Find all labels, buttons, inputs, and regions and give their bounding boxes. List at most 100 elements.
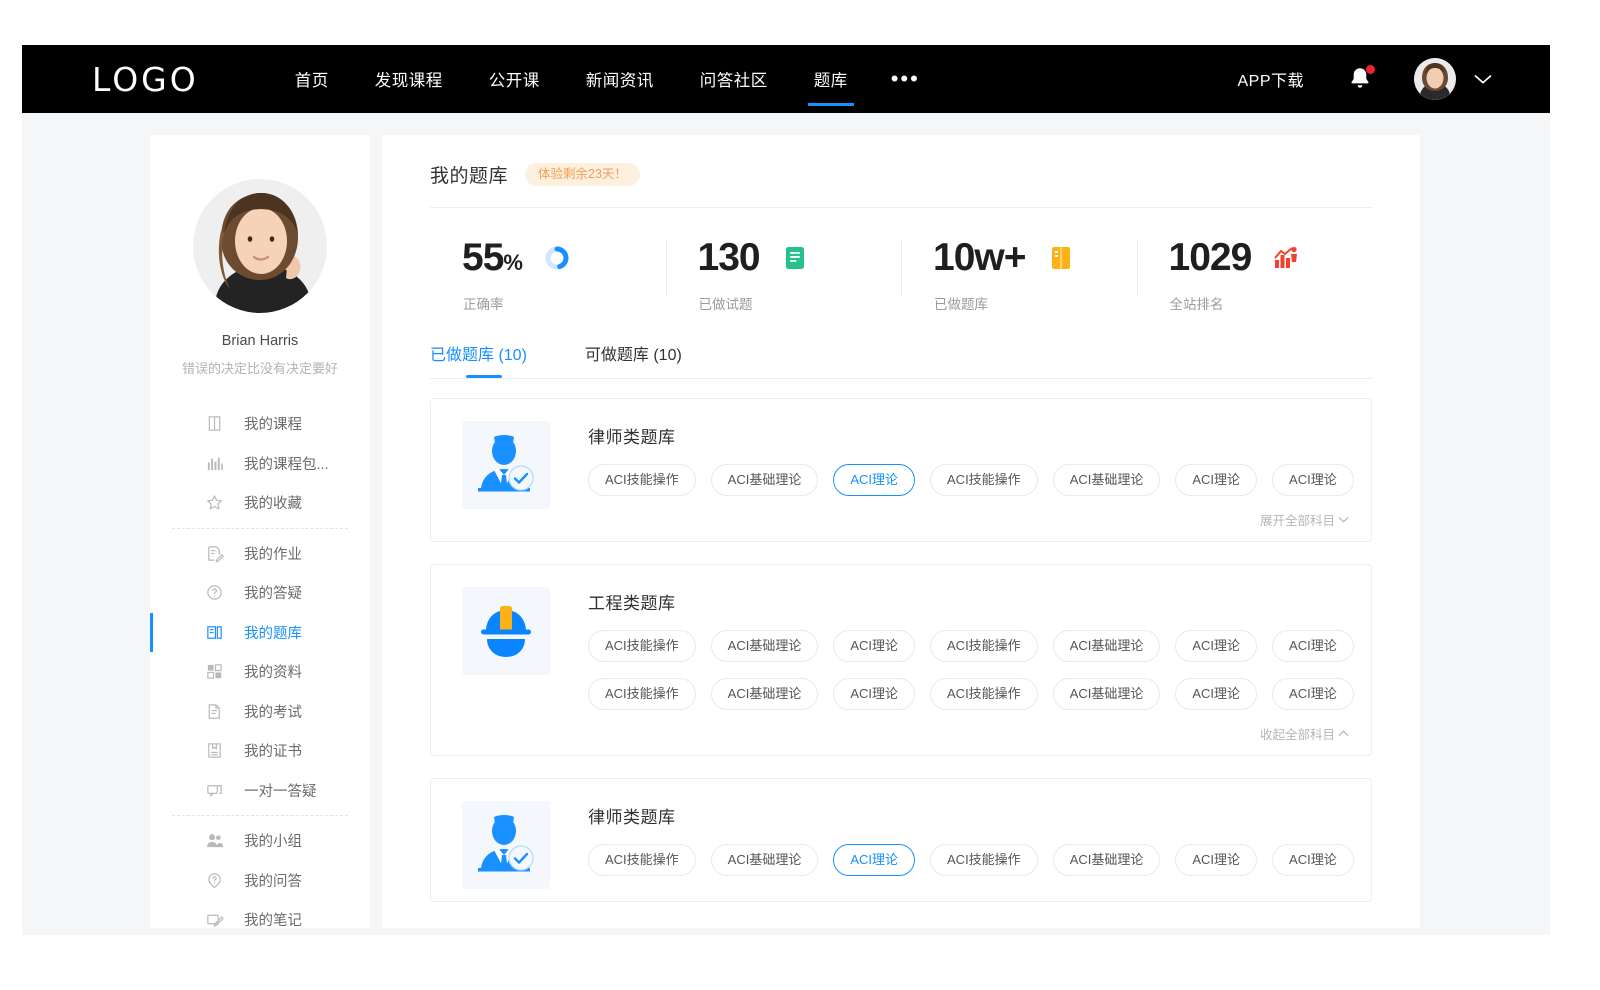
subject-tag[interactable]: ACI基础理论 (711, 678, 819, 710)
sidebar-item-label: 我的笔记 (244, 909, 302, 928)
sidebar-item-4[interactable]: 我的答疑 (150, 573, 370, 613)
app-download-link[interactable]: APP下载 (1237, 67, 1304, 91)
sidebar-item-0[interactable]: 我的课程 (150, 404, 370, 444)
subject-tag[interactable]: ACI基础理论 (1053, 630, 1161, 662)
stats-row: 55%正确率130已做试题10w+已做题库1029全站排名 (430, 208, 1372, 331)
subject-tag[interactable]: ACI理论 (833, 630, 915, 662)
subject-tag[interactable]: ACI基础理论 (1053, 464, 1161, 496)
yellow-book-icon (1049, 245, 1073, 271)
subject-tag[interactable]: ACI技能操作 (588, 630, 696, 662)
star-icon (205, 493, 224, 512)
subject-tag[interactable]: ACI理论 (1272, 464, 1354, 496)
stat-label: 已做试题 (666, 293, 902, 313)
question-bank-icon (205, 623, 224, 642)
card-body: 工程类题库ACI技能操作ACI基础理论ACI理论ACI技能操作ACI基础理论AC… (588, 587, 1349, 743)
question-bank-icon (205, 623, 224, 642)
nav-item-0[interactable]: 首页 (272, 45, 352, 113)
card-footer: 收起全部科目 (588, 724, 1349, 743)
nav-item-label: 首页 (295, 67, 329, 91)
subject-tag[interactable]: ACI技能操作 (588, 844, 696, 876)
subject-tag[interactable]: ACI基础理论 (1053, 844, 1161, 876)
subject-tag[interactable]: ACI理论 (1175, 630, 1257, 662)
nav-item-5[interactable]: 题库 (791, 45, 871, 113)
sidebar-item-1[interactable]: 我的课程包... (150, 444, 370, 484)
sidebar-item-9[interactable]: 一对一答疑 (150, 771, 370, 811)
sidebar-item-10[interactable]: 我的小组 (150, 821, 370, 861)
avatar[interactable] (1414, 58, 1456, 100)
user-avatar-image (1414, 58, 1456, 100)
subject-tag[interactable]: ACI基础理论 (711, 844, 819, 876)
book-icon (205, 414, 224, 433)
toggle-subjects-link[interactable]: 收起全部科目 (1260, 724, 1349, 743)
header-actions: APP下载 (1237, 58, 1492, 100)
notification-bell-button[interactable] (1348, 66, 1372, 92)
page-title: 我的题库 (430, 161, 508, 188)
stat-card-1: 130 已做试题 (666, 212, 902, 331)
chat-bubble-icon (205, 781, 224, 800)
stat-number: 130 (698, 236, 760, 279)
nav-item-label: 发现课程 (375, 67, 443, 91)
star-icon (205, 493, 224, 512)
ellipsis-icon[interactable]: ••• (871, 45, 940, 113)
notification-badge-dot (1366, 65, 1375, 74)
nav-item-1[interactable]: 发现课程 (352, 45, 466, 113)
exam-doc-icon (205, 702, 224, 721)
hardhat-icon (473, 598, 539, 664)
nav-item-3[interactable]: 新闻资讯 (563, 45, 677, 113)
subject-tag[interactable]: ACI理论 (1272, 678, 1354, 710)
toggle-subjects-link[interactable]: 展开全部科目 (1260, 510, 1349, 529)
book-icon (205, 414, 224, 433)
sidebar-item-3[interactable]: 我的作业 (150, 534, 370, 574)
green-book-icon (783, 245, 807, 271)
subject-tag[interactable]: ACI技能操作 (588, 464, 696, 496)
tab-0[interactable]: 已做题库 (10) (430, 341, 527, 378)
stat-card-2: 10w+已做题库 (901, 212, 1137, 331)
subject-tag[interactable]: ACI技能操作 (930, 464, 1038, 496)
subject-tag[interactable]: ACI理论 (1175, 678, 1257, 710)
subject-tag[interactable]: ACI基础理论 (1053, 678, 1161, 710)
subject-tag[interactable]: ACI技能操作 (930, 844, 1038, 876)
help-pin-icon (205, 871, 224, 890)
sidebar-item-12[interactable]: 我的笔记 (150, 900, 370, 928)
subject-tag-row: ACI技能操作ACI基础理论ACI理论ACI技能操作ACI基础理论ACI理论AC… (588, 844, 1349, 876)
subject-tag[interactable]: ACI基础理论 (711, 464, 819, 496)
subject-tag[interactable]: ACI理论 (833, 678, 915, 710)
sidebar-item-6[interactable]: 我的资料 (150, 652, 370, 692)
lawyer-check-icon (473, 432, 539, 498)
sidebar-item-2[interactable]: 我的收藏 (150, 483, 370, 523)
tab-label: 可做题库 (10) (585, 347, 682, 364)
subject-tag[interactable]: ACI理论 (1272, 844, 1354, 876)
red-rank-icon (1273, 245, 1299, 271)
site-logo[interactable]: LOGO (92, 60, 199, 99)
sidebar-item-7[interactable]: 我的考试 (150, 692, 370, 732)
subject-tag[interactable]: ACI基础理论 (711, 630, 819, 662)
subject-tag[interactable]: ACI技能操作 (588, 678, 696, 710)
subject-tag[interactable]: ACI理论 (833, 844, 915, 876)
sidebar-item-label: 我的资料 (244, 661, 302, 682)
sidebar-item-8[interactable]: 我的证书 (150, 731, 370, 771)
card-thumbnail (462, 587, 550, 675)
nav-item-2[interactable]: 公开课 (466, 45, 563, 113)
sidebar-item-5[interactable]: 我的题库 (150, 613, 370, 653)
certificate-icon (205, 741, 224, 760)
stat-value: 55% (462, 238, 522, 277)
subject-tag[interactable]: ACI技能操作 (930, 630, 1038, 662)
sidebar-menu: 我的课程我的课程包...我的收藏我的作业我的答疑我的题库我的资料我的考试我的证书… (150, 404, 370, 928)
sidebar-item-11[interactable]: 我的问答 (150, 861, 370, 901)
subject-tag[interactable]: ACI理论 (833, 464, 915, 496)
user-name: Brian Harris (150, 333, 370, 349)
question-circle-icon (205, 583, 224, 602)
stat-value: 130 (698, 238, 760, 277)
bar-chart-icon (205, 454, 224, 473)
subject-tag[interactable]: ACI理论 (1175, 464, 1257, 496)
subject-tag[interactable]: ACI理论 (1272, 630, 1354, 662)
chevron-down-icon[interactable] (1474, 73, 1492, 85)
tab-1[interactable]: 可做题库 (10) (585, 341, 682, 378)
nav-item-4[interactable]: 问答社区 (677, 45, 791, 113)
subject-tag[interactable]: ACI技能操作 (930, 678, 1038, 710)
nav-item-label: 新闻资讯 (586, 67, 654, 91)
subject-tag[interactable]: ACI理论 (1175, 844, 1257, 876)
stat-suffix: % (503, 250, 522, 275)
stat-value: 10w+ (933, 238, 1026, 277)
certificate-icon (205, 741, 224, 760)
